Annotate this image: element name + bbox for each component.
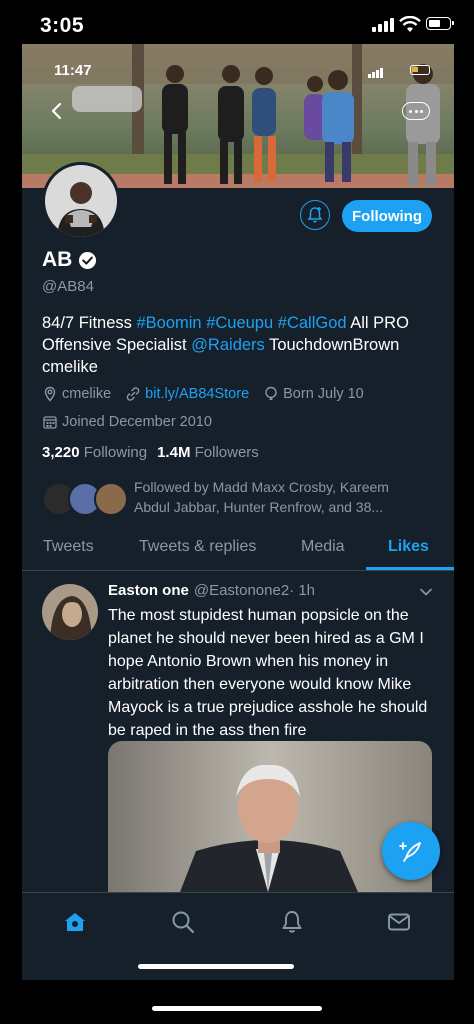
tab-likes[interactable]: Likes	[388, 538, 429, 556]
notifications-icon	[282, 911, 302, 933]
back-button[interactable]	[46, 100, 68, 122]
location-icon	[44, 386, 56, 402]
twitter-profile-screen: 11:47 Following AB @AB84 84/7 Fitness #B…	[22, 44, 454, 980]
followers-label: Followers	[194, 444, 259, 461]
phone-status-bar: 3:05	[0, 0, 474, 44]
profile-meta-row: cmelike bit.ly/AB84Store Born July 10	[42, 386, 364, 402]
tweet-photo	[108, 741, 432, 892]
calendar-icon	[43, 416, 57, 429]
verified-badge-icon	[79, 251, 97, 269]
follow-counts: 3,220 Following 1.4M Followers	[42, 444, 259, 461]
profile-name: AB	[42, 248, 73, 271]
profile-location: cmelike	[62, 386, 112, 402]
followed-by-avatars[interactable]	[42, 482, 128, 516]
cellular-signal-icon	[372, 18, 394, 32]
tweet-media-image[interactable]	[108, 741, 432, 892]
messages-icon	[388, 913, 410, 931]
hashtag-cueupu[interactable]: #Cueupu	[206, 314, 273, 332]
tweet-author-name[interactable]: Easton one	[108, 582, 189, 599]
mention-raiders[interactable]: @Raiders	[191, 336, 265, 354]
profile-bio: 84/7 Fitness #Boomin #Cueupu #CallGod Al…	[42, 312, 442, 378]
wifi-icon	[399, 16, 421, 32]
battery-icon	[426, 17, 454, 30]
hashtag-callgod[interactable]: #CallGod	[278, 314, 347, 332]
nav-messages-button[interactable]	[386, 909, 416, 939]
hashtag-boomin[interactable]: #Boomin	[136, 314, 201, 332]
back-arrow-icon	[51, 102, 62, 120]
tweet-time: · 1h	[289, 582, 316, 599]
inner-status-time: 11:47	[54, 62, 92, 79]
notifications-subscribe-button[interactable]	[300, 200, 330, 230]
following-button-label: Following	[352, 207, 422, 225]
tabs-divider	[22, 570, 454, 571]
chevron-down-icon	[420, 588, 432, 596]
following-button[interactable]: Following	[342, 200, 432, 232]
profile-avatar[interactable]	[42, 162, 120, 240]
bio-text-1: 84/7 Fitness	[42, 314, 137, 332]
author-avatar-image	[42, 584, 98, 640]
compose-tweet-button[interactable]	[382, 822, 440, 880]
following-label: Following	[83, 444, 148, 461]
tab-tweets[interactable]: Tweets	[43, 538, 94, 556]
tab-media[interactable]: Media	[301, 538, 345, 556]
following-count-link[interactable]: 3,220 Following	[42, 444, 147, 461]
home-indicator[interactable]	[138, 964, 294, 969]
link-icon	[126, 387, 140, 401]
nav-notifications-button[interactable]	[279, 909, 309, 939]
home-icon	[65, 913, 85, 931]
balloon-icon	[265, 386, 277, 400]
follower-avatar	[94, 482, 128, 516]
profile-birthday: Born July 10	[283, 386, 364, 402]
followed-by-text[interactable]: Followed by Madd Maxx Crosby, Kareem Abd…	[134, 477, 426, 517]
profile-joined-row: Joined December 2010	[42, 414, 212, 430]
profile-handle: @AB84	[42, 278, 94, 295]
tweet-text: The most stupidest human popsicle on the…	[108, 607, 428, 739]
outer-home-indicator[interactable]	[152, 1006, 322, 1011]
profile-name-row: AB	[42, 248, 97, 272]
profile-website-link[interactable]: bit.ly/AB84Store	[145, 386, 249, 402]
inner-status-icons	[368, 64, 438, 78]
profile-joined-date: Joined December 2010	[62, 414, 212, 430]
tweet-author-handle[interactable]: @Eastonone2	[194, 582, 289, 599]
tweet-author-avatar[interactable]	[42, 584, 98, 640]
following-count: 3,220	[42, 444, 80, 461]
followers-count: 1.4M	[157, 444, 191, 461]
status-time: 3:05	[40, 14, 85, 37]
followers-count-link[interactable]: 1.4M Followers	[157, 444, 259, 461]
tweet-menu-button[interactable]	[418, 584, 438, 600]
more-dots-icon	[409, 109, 423, 113]
nav-search-button[interactable]	[170, 909, 200, 939]
more-options-button[interactable]	[402, 102, 430, 120]
avatar-image	[45, 165, 117, 237]
tab-tweets-replies[interactable]: Tweets & replies	[139, 538, 256, 556]
nav-home-button[interactable]	[62, 909, 92, 939]
search-icon	[172, 911, 195, 934]
compose-tweet-icon	[399, 842, 421, 862]
add-notification-icon	[307, 207, 323, 223]
tweet-header: Easton one @Eastonone2 · 1h	[108, 582, 315, 599]
